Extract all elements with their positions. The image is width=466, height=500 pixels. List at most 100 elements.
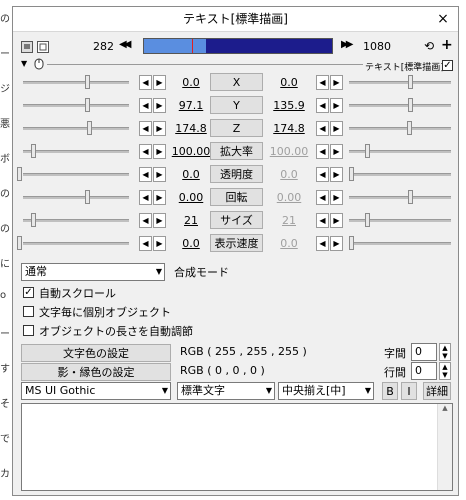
left-decrement-button[interactable]: ◀ [139, 190, 152, 205]
param-name-button[interactable]: X [210, 73, 263, 91]
loop-icon[interactable]: ⟲ [424, 39, 434, 53]
left-decrement-button[interactable]: ◀ [139, 98, 152, 113]
alignment-select[interactable]: 中央揃え[中] ▼ [278, 382, 374, 400]
start-value[interactable]: 100.00 [169, 145, 213, 158]
line-spacing-input[interactable]: 0 [411, 362, 437, 380]
left-slider-thumb[interactable] [87, 121, 92, 135]
filter-enable-checkbox[interactable]: ✓ [442, 60, 453, 71]
left-decrement-button[interactable]: ◀ [139, 167, 152, 182]
right-increment-button[interactable]: ▶ [330, 213, 343, 228]
end-value[interactable]: 0.0 [265, 237, 313, 250]
left-increment-button[interactable]: ▶ [153, 213, 166, 228]
timeline-bar[interactable] [143, 38, 333, 54]
start-value[interactable]: 97.1 [169, 99, 213, 112]
left-decrement-button[interactable]: ◀ [139, 144, 152, 159]
option-checkbox[interactable]: ✓ [23, 287, 34, 298]
right-increment-button[interactable]: ▶ [330, 75, 343, 90]
right-slider-track[interactable] [349, 127, 451, 130]
end-value[interactable]: 174.8 [265, 122, 313, 135]
end-value[interactable]: 0.00 [265, 191, 313, 204]
add-filter-button[interactable]: + [441, 37, 453, 53]
left-slider-track[interactable] [23, 242, 129, 245]
prev-frame-button[interactable]: ◀◀ [119, 39, 132, 50]
start-value[interactable]: 174.8 [169, 122, 213, 135]
close-button[interactable]: × [434, 10, 452, 28]
right-slider-thumb[interactable] [365, 213, 370, 227]
font-family-select[interactable]: MS UI Gothic ▼ [21, 382, 171, 400]
left-decrement-button[interactable]: ◀ [139, 236, 152, 251]
right-increment-button[interactable]: ▶ [330, 98, 343, 113]
right-decrement-button[interactable]: ◀ [316, 167, 329, 182]
left-slider-track[interactable] [23, 196, 129, 199]
left-slider-thumb[interactable] [31, 213, 36, 227]
char-spacing-input[interactable]: 0 [411, 343, 437, 361]
right-increment-button[interactable]: ▶ [330, 144, 343, 159]
next-frame-button[interactable]: ▶▶ [341, 39, 354, 50]
right-increment-button[interactable]: ▶ [330, 190, 343, 205]
text-color-button[interactable]: 文字色の設定 [21, 344, 171, 362]
italic-button[interactable]: I [401, 382, 417, 400]
collapse-triangle-icon[interactable]: ▼ [21, 59, 27, 68]
char-spacing-spinner[interactable]: ▲ ▼ [439, 343, 451, 361]
left-slider-track[interactable] [23, 127, 129, 130]
scroll-up-icon[interactable]: ▲ [438, 404, 452, 412]
left-slider-thumb[interactable] [17, 236, 22, 250]
left-increment-button[interactable]: ▶ [153, 144, 166, 159]
right-slider-track[interactable] [349, 173, 451, 176]
param-name-button[interactable]: Y [210, 96, 263, 114]
right-decrement-button[interactable]: ◀ [316, 213, 329, 228]
start-value[interactable]: 0.0 [169, 76, 213, 89]
end-value[interactable]: 0.0 [265, 76, 313, 89]
left-increment-button[interactable]: ▶ [153, 75, 166, 90]
param-name-button[interactable]: 透明度 [210, 165, 263, 183]
right-decrement-button[interactable]: ◀ [316, 236, 329, 251]
left-increment-button[interactable]: ▶ [153, 98, 166, 113]
text-area-scrollbar[interactable]: ▲ [437, 404, 452, 490]
left-increment-button[interactable]: ▶ [153, 167, 166, 182]
option-checkbox[interactable] [23, 325, 34, 336]
param-name-button[interactable]: 表示速度 [210, 234, 263, 252]
bold-button[interactable]: B [382, 382, 398, 400]
line-spacing-spinner[interactable]: ▲ ▼ [439, 362, 451, 380]
timeline-cursor[interactable] [192, 39, 193, 53]
details-button[interactable]: 詳細 [423, 382, 451, 400]
left-slider-thumb[interactable] [85, 190, 90, 204]
left-slider-track[interactable] [23, 104, 129, 107]
right-slider-thumb[interactable] [408, 98, 413, 112]
left-slider-track[interactable] [23, 219, 129, 222]
right-slider-thumb[interactable] [349, 236, 354, 250]
left-increment-button[interactable]: ▶ [153, 190, 166, 205]
right-decrement-button[interactable]: ◀ [316, 75, 329, 90]
option-checkbox[interactable] [23, 306, 34, 317]
left-slider-track[interactable] [23, 150, 129, 153]
right-decrement-button[interactable]: ◀ [316, 190, 329, 205]
end-value[interactable]: 100.00 [265, 145, 313, 158]
right-slider-track[interactable] [349, 104, 451, 107]
right-increment-button[interactable]: ▶ [330, 121, 343, 136]
left-decrement-button[interactable]: ◀ [139, 213, 152, 228]
left-increment-button[interactable]: ▶ [153, 121, 166, 136]
right-slider-thumb[interactable] [408, 75, 413, 89]
right-decrement-button[interactable]: ◀ [316, 98, 329, 113]
right-slider-track[interactable] [349, 81, 451, 84]
left-slider-thumb[interactable] [85, 75, 90, 89]
left-decrement-button[interactable]: ◀ [139, 75, 152, 90]
left-slider-thumb[interactable] [17, 167, 22, 181]
param-name-button[interactable]: 回転 [210, 188, 263, 206]
start-value[interactable]: 0.0 [169, 168, 213, 181]
start-value[interactable]: 0.0 [169, 237, 213, 250]
right-slider-track[interactable] [349, 242, 451, 245]
shadow-color-button[interactable]: 影・縁色の設定 [21, 363, 171, 381]
left-slider-thumb[interactable] [85, 98, 90, 112]
param-name-button[interactable]: Z [210, 119, 263, 137]
right-increment-button[interactable]: ▶ [330, 236, 343, 251]
right-slider-thumb[interactable] [365, 144, 370, 158]
text-style-select[interactable]: 標準文字 ▼ [177, 382, 275, 400]
right-slider-track[interactable] [349, 196, 451, 199]
right-slider-thumb[interactable] [349, 167, 354, 181]
right-slider-thumb[interactable] [408, 190, 413, 204]
text-input-area[interactable]: ▲ [21, 403, 453, 491]
left-slider-track[interactable] [23, 81, 129, 84]
end-value[interactable]: 21 [265, 214, 313, 227]
left-slider-track[interactable] [23, 173, 129, 176]
